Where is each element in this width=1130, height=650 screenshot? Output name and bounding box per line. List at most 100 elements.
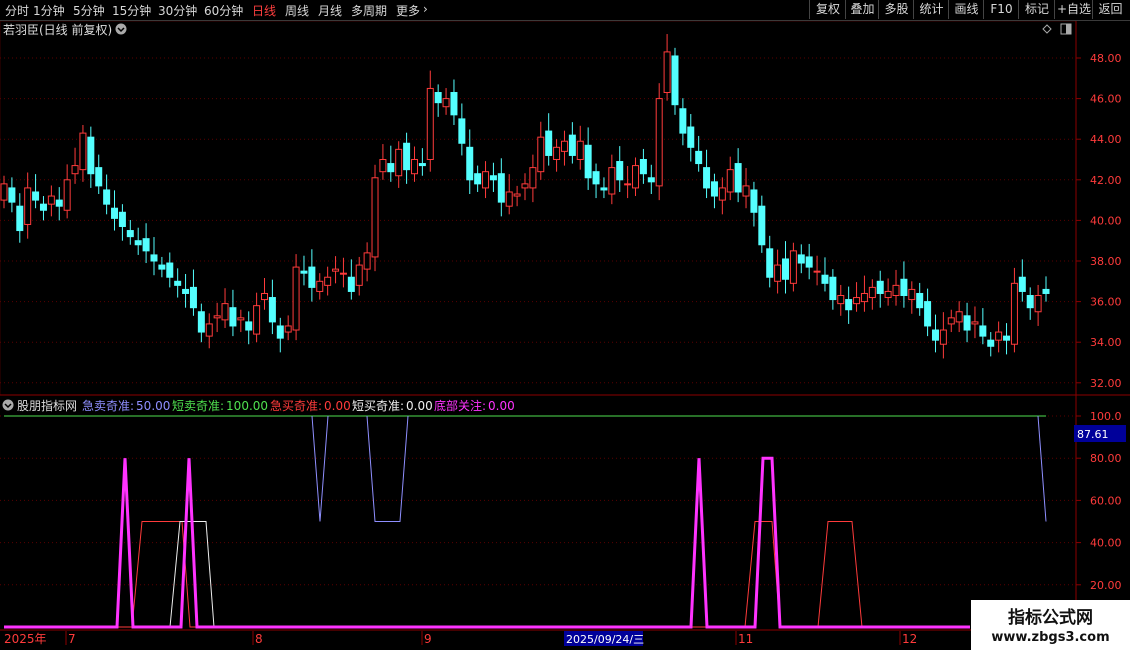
indicator-tick-label: 100.0	[1090, 410, 1122, 423]
candle-body	[624, 183, 632, 186]
title-dropdown-icon[interactable]	[115, 23, 127, 35]
candle-body	[118, 211, 126, 227]
chevron-right-icon[interactable]: ›	[423, 2, 428, 16]
candle-body	[174, 280, 182, 286]
candle-body	[584, 144, 592, 179]
candle-body	[339, 272, 347, 275]
current-value-badge: 87.61	[1074, 425, 1126, 442]
candle-body	[971, 321, 979, 325]
candle-body	[632, 165, 640, 189]
toolbar-button-back[interactable]: 返回	[1092, 0, 1128, 19]
candle-body	[245, 321, 253, 331]
candle-body	[853, 297, 861, 305]
period-tab-daily[interactable]: 日线	[252, 2, 276, 19]
indicator-lines	[4, 415, 1047, 629]
candle-body	[671, 55, 679, 106]
candle-body	[513, 193, 521, 197]
candle-body	[560, 140, 568, 152]
chart-area[interactable]: 若羽臣(日线 前复权) 48.00 46.00 44.00 42.00 40.00 38.…	[0, 21, 1130, 650]
candle-body	[892, 284, 900, 297]
indicator-tick-label: 60.00	[1090, 494, 1122, 507]
candle-body	[142, 238, 150, 252]
indicator-dropdown-icon[interactable]	[2, 399, 14, 411]
candle-body	[774, 264, 782, 282]
candle-body	[1026, 295, 1034, 309]
panel-toggle-icon[interactable]	[1060, 23, 1072, 35]
period-tab-multi[interactable]: 多周期	[351, 2, 387, 19]
period-tab-weekly[interactable]: 周线	[285, 2, 309, 19]
candle-body	[308, 266, 316, 288]
candle-body	[1018, 276, 1026, 292]
candle-body	[466, 146, 474, 181]
candle-body	[284, 325, 292, 333]
period-tab-monthly[interactable]: 月线	[318, 2, 342, 19]
indicator-line-sell-urgent	[366, 415, 409, 522]
period-tab-5min[interactable]: 5分钟	[73, 2, 105, 19]
candle-body	[529, 167, 537, 189]
candle-body	[647, 177, 655, 183]
toolbar-button-adjust[interactable]: 复权	[809, 0, 846, 19]
time-label: 11	[738, 632, 753, 646]
period-tab-60min[interactable]: 60分钟	[204, 2, 243, 19]
candle-body	[32, 191, 40, 201]
candle-body	[482, 171, 490, 189]
watermark-title: 指标公式网	[1008, 608, 1093, 628]
period-tab-1min[interactable]: 1分钟	[33, 2, 65, 19]
candle-body	[229, 307, 237, 327]
toolbar-button-mark[interactable]: 标记	[1018, 0, 1055, 19]
candle-body	[568, 134, 576, 156]
candlestick-series	[0, 34, 1050, 359]
candle-body	[521, 183, 529, 189]
period-tab-15min[interactable]: 15分钟	[112, 2, 151, 19]
candle-body	[710, 181, 718, 197]
time-label: 2025年	[4, 632, 47, 646]
time-label: 8	[255, 632, 263, 646]
candle-body	[363, 252, 371, 270]
candle-body	[111, 207, 119, 219]
toolbar-button-statistics[interactable]: 统计	[913, 0, 949, 19]
toolbar-button-draw[interactable]: 画线	[948, 0, 984, 19]
period-tab-intraday[interactable]: 分时	[5, 2, 29, 19]
period-toolbar: 分时 1分钟 5分钟 15分钟 30分钟 60分钟 日线 周线 月线 多周期 更…	[0, 0, 1130, 21]
indicator-line-sell-urgent	[311, 415, 329, 522]
period-tab-more[interactable]: 更多	[396, 2, 420, 19]
toolbar-button-add-watchlist[interactable]: +自选	[1054, 0, 1093, 19]
candle-body	[300, 270, 308, 274]
candle-body	[355, 264, 363, 286]
candle-body	[955, 311, 963, 323]
candle-body	[868, 286, 876, 299]
candle-body	[253, 305, 261, 335]
toolbar-button-overlay[interactable]: 叠加	[845, 0, 879, 19]
candle-body	[979, 325, 987, 337]
diamond-icon[interactable]	[1042, 24, 1052, 34]
candle-body	[876, 280, 884, 294]
candle-body	[829, 276, 837, 301]
price-tick-label: 48.00	[1090, 52, 1122, 65]
candle-body	[95, 167, 103, 187]
candle-body	[655, 98, 663, 187]
candle-body	[332, 268, 340, 272]
candle-body	[292, 266, 300, 331]
candle-body	[426, 87, 434, 160]
candle-body	[205, 323, 213, 337]
candle-body	[39, 203, 47, 211]
candle-body	[1003, 335, 1011, 341]
candle-body	[237, 317, 245, 321]
candle-body	[24, 187, 32, 225]
period-tab-30min[interactable]: 30分钟	[158, 2, 197, 19]
candle-body	[505, 191, 513, 207]
toolbar-button-f10[interactable]: F10	[983, 0, 1019, 19]
indicator-grid	[0, 415, 1076, 586]
indicator-line-sell-urgent	[1037, 415, 1047, 522]
main-panel-frame	[0, 21, 1077, 396]
candle-body	[276, 325, 284, 339]
candle-body	[0, 183, 8, 201]
candle-body	[908, 288, 916, 301]
indicator-name: 股朋指标网	[17, 398, 77, 413]
candle-body	[924, 301, 932, 327]
candle-body	[900, 278, 908, 297]
legend-sell-urgent: 急卖奇准: 50.00	[82, 398, 170, 413]
toolbar-button-multi-stock[interactable]: 多股	[878, 0, 914, 19]
candle-body	[884, 290, 892, 299]
candle-body	[450, 92, 458, 116]
